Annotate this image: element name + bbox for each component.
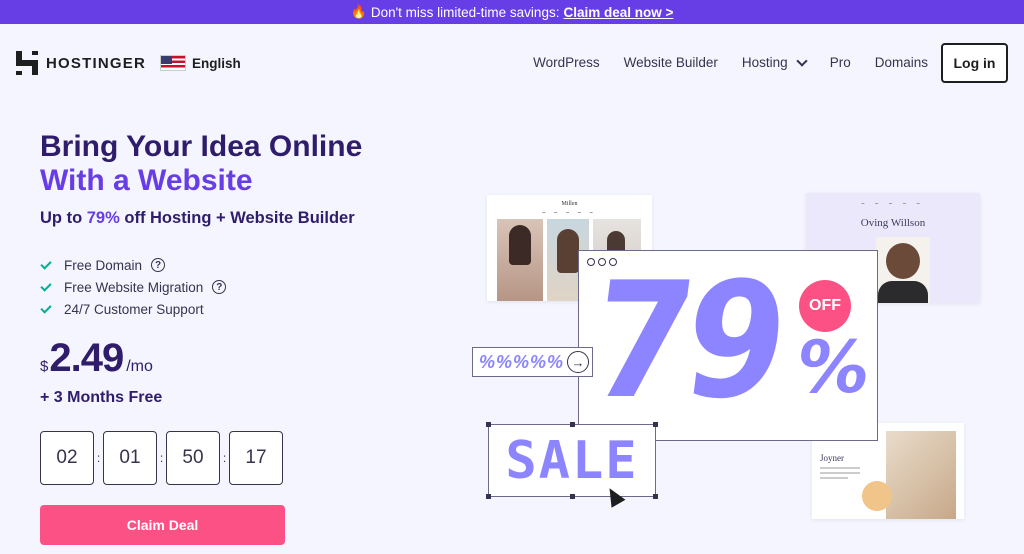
preview-nav: ▬ ▬ ▬ ▬ ▬ (542, 210, 597, 214)
menu-item-hosting[interactable]: Hosting (741, 54, 808, 70)
preview-title: Oving Willson (860, 217, 926, 229)
preview-text-lines (820, 467, 860, 482)
feature-label: Free Domain (64, 257, 143, 273)
sale-graphic: SALE (486, 422, 658, 499)
feature-item: Free Website Migration ? (40, 276, 227, 298)
language-label: English (192, 55, 241, 71)
resize-handle (486, 422, 491, 427)
off-badge: OFF (799, 280, 851, 332)
help-icon[interactable]: ? (151, 258, 166, 272)
chevron-down-icon (796, 54, 808, 67)
discount-number: 79 (581, 247, 791, 434)
menu-item-hosting-label: Hosting (741, 55, 788, 70)
preview-nav: ▬ ▬ ▬ ▬ ▬ (861, 201, 925, 205)
claim-deal-link[interactable]: Claim deal now > (563, 5, 673, 20)
menu-item-website-builder[interactable]: Website Builder (624, 55, 718, 70)
arrow-right-icon: → (567, 351, 589, 373)
timer-hours: 01 (103, 431, 157, 485)
top-navigation: HOSTINGER English WordPress Website Buil… (0, 24, 1024, 102)
percent-strip: %%%%% → (472, 347, 593, 377)
menu-item-pro[interactable]: Pro (830, 55, 851, 70)
check-icon (40, 279, 52, 292)
sale-text: SALE (505, 430, 639, 491)
subheading-prefix: Up to (40, 209, 87, 227)
resize-handle (570, 494, 575, 499)
feature-label: 24/7 Customer Support (64, 301, 204, 317)
timer-minutes: 50 (166, 431, 220, 485)
timer-separator: : (159, 451, 164, 465)
bonus-text: + 3 Months Free (40, 389, 163, 406)
portrait-image (509, 225, 531, 265)
food-image (886, 431, 956, 519)
language-selector[interactable]: English (160, 55, 241, 71)
resize-handle (570, 422, 575, 427)
main-menu: WordPress Website Builder Hosting Pro Do… (533, 54, 928, 70)
countdown-timer: 02 : 01 : 50 : 17 (40, 431, 283, 485)
check-icon (40, 301, 52, 314)
hero-subheading: Up to 79% off Hosting + Website Builder (40, 209, 355, 228)
us-flag-icon (160, 55, 186, 71)
food-image (862, 481, 892, 511)
price-display: $ 2.49 /mo (40, 336, 153, 381)
claim-deal-button[interactable]: Claim Deal (40, 505, 285, 545)
brand-name: HOSTINGER (46, 54, 146, 72)
preview-title: Millen (561, 201, 578, 207)
portrait-image (557, 229, 579, 273)
resize-handle (486, 494, 491, 499)
hero-title-line1: Bring Your Idea Online (40, 130, 363, 163)
promo-text: Don't miss limited-time savings: (370, 4, 560, 20)
portrait-image (886, 243, 920, 279)
hero-title: Bring Your Idea Online With a Website (40, 130, 362, 198)
price-period: /mo (126, 358, 153, 375)
feature-item: Free Domain ? (40, 254, 226, 276)
promo-banner: 🔥 Don't miss limited-time savings: Claim… (0, 0, 1024, 24)
timer-separator: : (96, 451, 101, 465)
price-amount: 2.49 (49, 336, 124, 380)
timer-seconds: 17 (229, 431, 283, 485)
preview-title: Joyner (820, 453, 844, 463)
check-icon (40, 257, 52, 270)
fire-icon: 🔥 (350, 4, 367, 19)
menu-item-domains[interactable]: Domains (875, 55, 928, 70)
hostinger-logo[interactable]: HOSTINGER (16, 51, 146, 75)
menu-item-wordpress[interactable]: WordPress (533, 55, 600, 70)
login-button[interactable]: Log in (941, 43, 1008, 83)
feature-item: 24/7 Customer Support (40, 298, 226, 320)
resize-handle (653, 422, 658, 427)
portrait-image (878, 281, 928, 303)
feature-label: Free Website Migration (64, 279, 204, 295)
timer-separator: : (222, 451, 227, 465)
resize-handle (653, 494, 658, 499)
percent-strip-text: %%%%% (479, 351, 565, 372)
hero-title-line2: With a Website (40, 164, 253, 197)
timer-days: 02 (40, 431, 94, 485)
feature-list: Free Domain ? Free Website Migration ? 2… (40, 254, 227, 320)
subheading-suffix: off Hosting + Website Builder (119, 209, 355, 227)
hostinger-logo-icon (16, 51, 38, 75)
discount-graphic: 79 % OFF (578, 247, 878, 441)
discount-percent: 79% (86, 209, 120, 227)
help-icon[interactable]: ? (212, 280, 227, 294)
discount-percent-sign: % (791, 325, 876, 409)
price-currency: $ (40, 358, 49, 375)
